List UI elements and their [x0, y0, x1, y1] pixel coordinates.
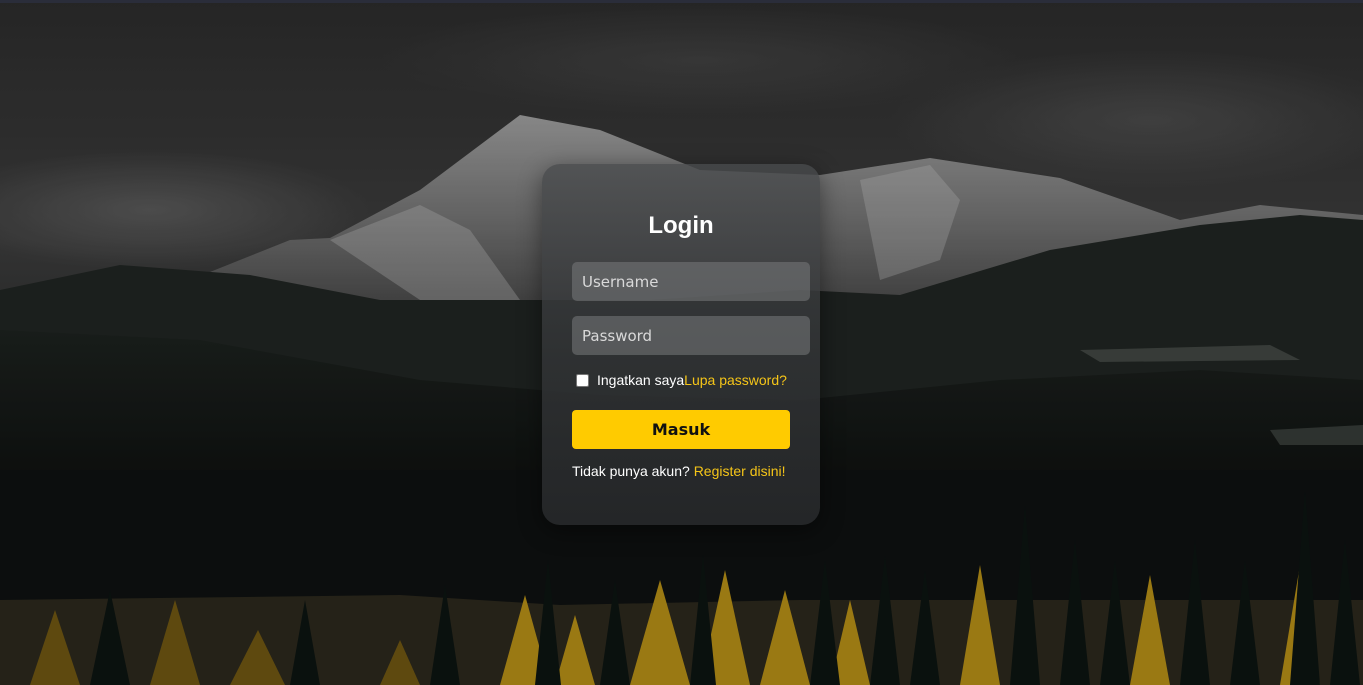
register-link[interactable]: Register disini! — [694, 463, 786, 479]
login-page: Login Ingatkan sayaLupa password? Masuk … — [0, 0, 1363, 685]
login-title: Login — [648, 212, 714, 239]
forgot-password-link[interactable]: Lupa password? — [684, 372, 787, 388]
remember-checkbox[interactable] — [576, 373, 589, 387]
password-input[interactable] — [572, 316, 810, 355]
remember-row: Ingatkan saya Lupa password? — [576, 370, 787, 390]
login-card: Login Ingatkan sayaLupa password? Masuk … — [542, 164, 820, 525]
top-border — [0, 0, 1363, 3]
register-prompt: Tidak punya akun? — [572, 463, 694, 479]
username-input[interactable] — [572, 262, 810, 301]
register-row: Tidak punya akun? Register disini! — [572, 463, 786, 479]
remember-label[interactable]: Ingatkan saya — [597, 372, 684, 388]
login-button[interactable]: Masuk — [572, 410, 790, 449]
